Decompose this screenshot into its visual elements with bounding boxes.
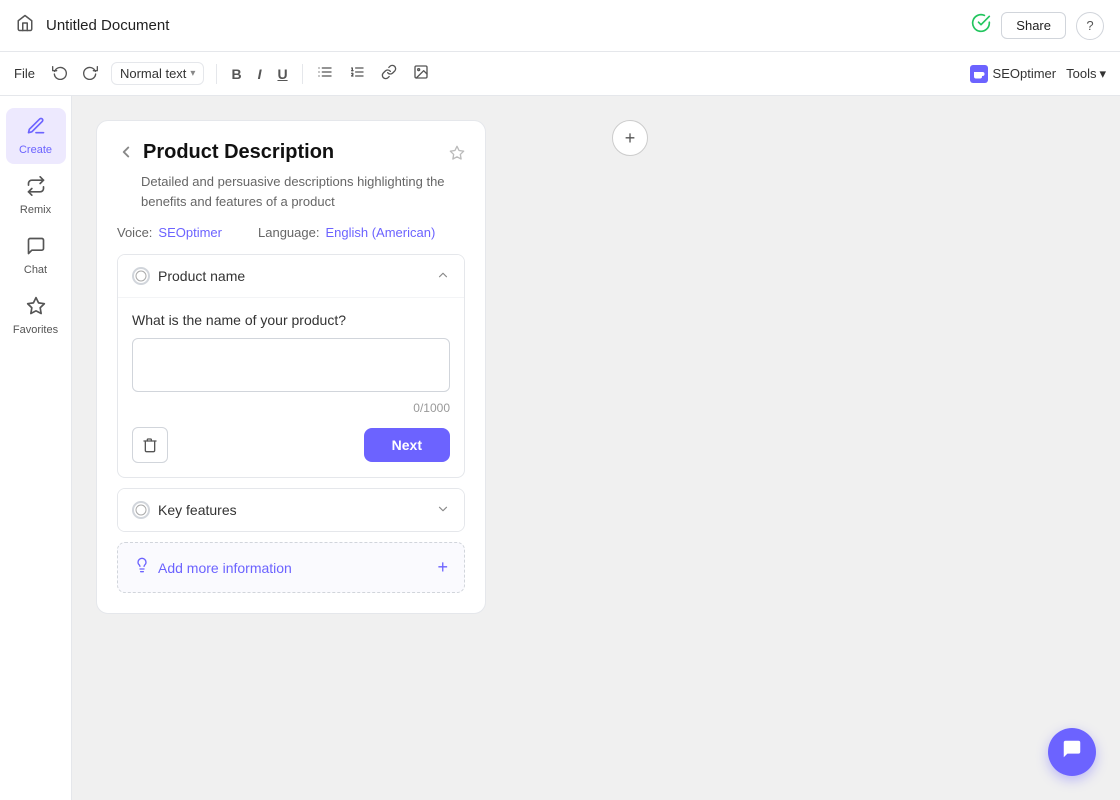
document-title: Untitled Document	[46, 17, 959, 34]
chat-label: Chat	[24, 264, 47, 276]
product-name-section: Product name What is the name of your pr…	[117, 254, 465, 478]
sidebar: Create Remix Chat	[0, 96, 72, 800]
file-menu[interactable]: File	[14, 66, 35, 81]
ordered-list-button[interactable]	[343, 60, 371, 87]
back-button[interactable]	[117, 143, 135, 166]
favorite-button[interactable]	[449, 145, 465, 166]
card-title-area: Product Description	[143, 141, 441, 164]
text-style-label: Normal text	[120, 66, 186, 81]
status-check-icon	[971, 13, 991, 38]
card-description: Detailed and persuasive descriptions hig…	[141, 172, 465, 211]
bullet-list-button[interactable]	[311, 60, 339, 87]
product-name-spinner	[132, 267, 150, 285]
section-actions: Next	[132, 427, 450, 463]
help-button[interactable]: ?	[1076, 12, 1104, 40]
sidebar-item-create[interactable]: Create	[6, 108, 66, 164]
product-name-title: Product name	[158, 268, 245, 284]
main-layout: Create Remix Chat	[0, 96, 1120, 800]
create-label: Create	[19, 144, 52, 156]
key-features-spinner	[132, 501, 150, 519]
chat-icon	[26, 236, 46, 261]
language-label: Language:	[258, 225, 319, 240]
product-name-chevron-icon	[436, 268, 450, 285]
topbar-right: Share ?	[971, 12, 1104, 40]
seo-icon	[970, 65, 988, 83]
plus-icon: +	[625, 128, 636, 149]
chat-bubble-button[interactable]	[1048, 728, 1096, 776]
voice-label: Voice:	[117, 225, 152, 240]
sidebar-item-remix[interactable]: Remix	[6, 168, 66, 224]
key-features-section: Key features	[117, 488, 465, 532]
product-description-card: Product Description Detailed and persuas…	[96, 120, 486, 614]
key-features-chevron-icon	[436, 502, 450, 519]
topbar: Untitled Document Share ?	[0, 0, 1120, 52]
toolbar: File Normal text ▾ B I U	[0, 52, 1120, 96]
link-button[interactable]	[375, 60, 403, 87]
home-icon[interactable]	[16, 14, 34, 37]
italic-button[interactable]: I	[252, 62, 268, 86]
voice-language-row: Voice: SEOptimer Language: English (Amer…	[117, 225, 465, 240]
language-value-link[interactable]: English (American)	[325, 225, 435, 240]
product-name-question: What is the name of your product?	[132, 312, 450, 328]
seo-optimizer-button[interactable]: SEOptimer	[970, 65, 1057, 83]
char-count: 0/1000	[132, 401, 450, 415]
tools-chevron-icon: ▾	[1099, 66, 1106, 82]
voice-value-link[interactable]: SEOptimer	[158, 225, 222, 240]
bold-button[interactable]: B	[225, 62, 247, 86]
card-title: Product Description	[143, 141, 334, 163]
key-features-title: Key features	[158, 502, 237, 518]
redo-button[interactable]	[77, 60, 103, 88]
toolbar-separator-2	[302, 64, 303, 84]
share-button[interactable]: Share	[1001, 12, 1066, 39]
sidebar-item-chat[interactable]: Chat	[6, 228, 66, 284]
remix-icon	[26, 176, 46, 201]
undo-button[interactable]	[47, 60, 73, 88]
create-icon	[26, 116, 46, 141]
favorites-label: Favorites	[13, 324, 58, 336]
key-features-section-header[interactable]: Key features	[118, 489, 464, 531]
product-name-section-header[interactable]: Product name	[118, 255, 464, 297]
sidebar-item-favorites[interactable]: Favorites	[6, 288, 66, 344]
help-icon: ?	[1086, 18, 1093, 33]
product-name-section-body: What is the name of your product? 0/1000…	[118, 297, 464, 477]
product-name-input[interactable]	[132, 338, 450, 392]
style-chevron-icon: ▾	[190, 68, 195, 79]
next-button[interactable]: Next	[364, 428, 450, 462]
canvas: + Product Description D	[72, 96, 1120, 800]
favorites-icon	[26, 296, 46, 321]
add-more-plus-icon: +	[437, 557, 448, 578]
seo-label: SEOptimer	[993, 66, 1057, 81]
add-more-section[interactable]: Add more information +	[117, 542, 465, 593]
image-button[interactable]	[407, 60, 435, 87]
chat-bubble-icon	[1061, 738, 1083, 766]
delete-button[interactable]	[132, 427, 168, 463]
tools-menu-button[interactable]: Tools ▾	[1066, 66, 1106, 82]
remix-label: Remix	[20, 204, 51, 216]
toolbar-separator-1	[216, 64, 217, 84]
text-style-selector[interactable]: Normal text ▾	[111, 62, 205, 85]
card-header: Product Description	[117, 141, 465, 166]
toolbar-right-tools: SEOptimer Tools ▾	[970, 65, 1106, 83]
add-more-label: Add more information	[158, 560, 292, 576]
underline-button[interactable]: U	[271, 62, 293, 86]
lightbulb-icon	[134, 557, 150, 578]
add-section-button[interactable]: +	[612, 120, 648, 156]
